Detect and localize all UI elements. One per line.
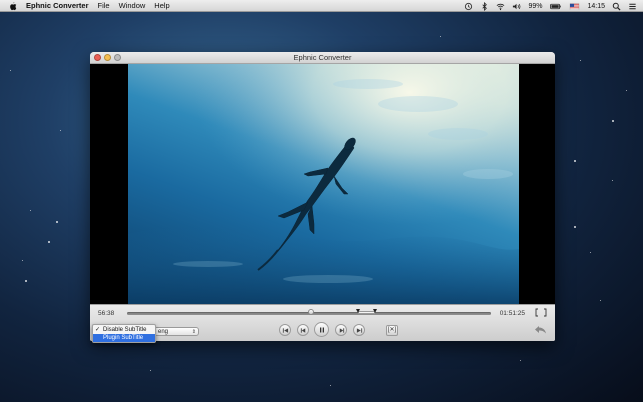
chevron-updown-icon: ⇕ <box>191 329 196 335</box>
step-forward-icon <box>339 327 344 333</box>
step-forward-button[interactable] <box>335 324 347 336</box>
window-titlebar[interactable]: Ephnic Converter <box>90 52 555 64</box>
window-title: Ephnic Converter <box>293 53 352 62</box>
search-icon[interactable] <box>612 2 621 11</box>
seek-bar[interactable] <box>127 309 491 315</box>
skip-forward-icon <box>356 327 362 333</box>
playback-controls: 56:38 01:51:25 eng ⇕ [✕] <box>90 304 555 341</box>
menu-item-label: Disable SubTitle <box>103 327 147 333</box>
menubar-clock[interactable]: 14:15 <box>587 3 605 10</box>
wifi-icon[interactable] <box>496 2 505 11</box>
checkmark-icon: ✓ <box>95 327 101 333</box>
menu-bar: Ephnic Converter File Window Help 99% 14… <box>0 0 643 12</box>
menu-file[interactable]: File <box>98 0 110 12</box>
skip-to-end-button[interactable] <box>353 324 365 336</box>
video-frame <box>128 64 519 304</box>
play-pause-button[interactable] <box>314 322 329 337</box>
subtitle-language-select[interactable]: eng ⇕ <box>154 327 199 336</box>
flag-icon[interactable] <box>569 2 580 11</box>
skip-back-icon <box>282 327 288 333</box>
range-start-handle[interactable] <box>356 309 360 313</box>
menu-app-name[interactable]: Ephnic Converter <box>26 0 89 12</box>
current-time: 56:38 <box>98 310 115 317</box>
subtitle-menu: ✓ Disable SubTitle Plugin SubTitle <box>92 324 156 343</box>
fullscreen-icon[interactable] <box>535 308 547 317</box>
battery-icon[interactable] <box>549 2 562 11</box>
list-icon[interactable] <box>628 2 637 11</box>
player-window: Ephnic Converter 56:38 01:51:25 eng ⇕ [✕… <box>90 52 555 341</box>
skip-to-start-button[interactable] <box>279 324 291 336</box>
video-area[interactable] <box>90 64 555 304</box>
subtitle-language-value: eng <box>158 329 169 335</box>
bluetooth-icon[interactable] <box>480 1 489 11</box>
menu-item-label: Plugin SubTitle <box>103 335 144 341</box>
menu-help[interactable]: Help <box>154 0 169 12</box>
apple-icon[interactable] <box>8 1 18 11</box>
menu-item-plugin-subtitle[interactable]: Plugin SubTitle <box>93 334 155 342</box>
status-area: 99% 14:15 <box>464 0 637 12</box>
menu-window[interactable]: Window <box>119 0 146 12</box>
video-image <box>128 64 519 304</box>
total-time: 01:51:25 <box>499 310 525 317</box>
battery-percent: 99% <box>528 2 543 10</box>
time-machine-icon[interactable] <box>464 2 473 11</box>
volume-icon[interactable] <box>512 2 521 11</box>
back-arrow-icon[interactable] <box>534 324 547 335</box>
step-back-icon <box>300 327 305 333</box>
menu-item-disable-subtitle[interactable]: ✓ Disable SubTitle <box>93 326 155 334</box>
step-back-button[interactable] <box>297 324 309 336</box>
seek-thumb[interactable] <box>308 309 314 315</box>
crop-button[interactable]: [✕] <box>386 325 398 336</box>
pause-icon <box>319 327 324 332</box>
range-end-handle[interactable] <box>373 309 377 313</box>
